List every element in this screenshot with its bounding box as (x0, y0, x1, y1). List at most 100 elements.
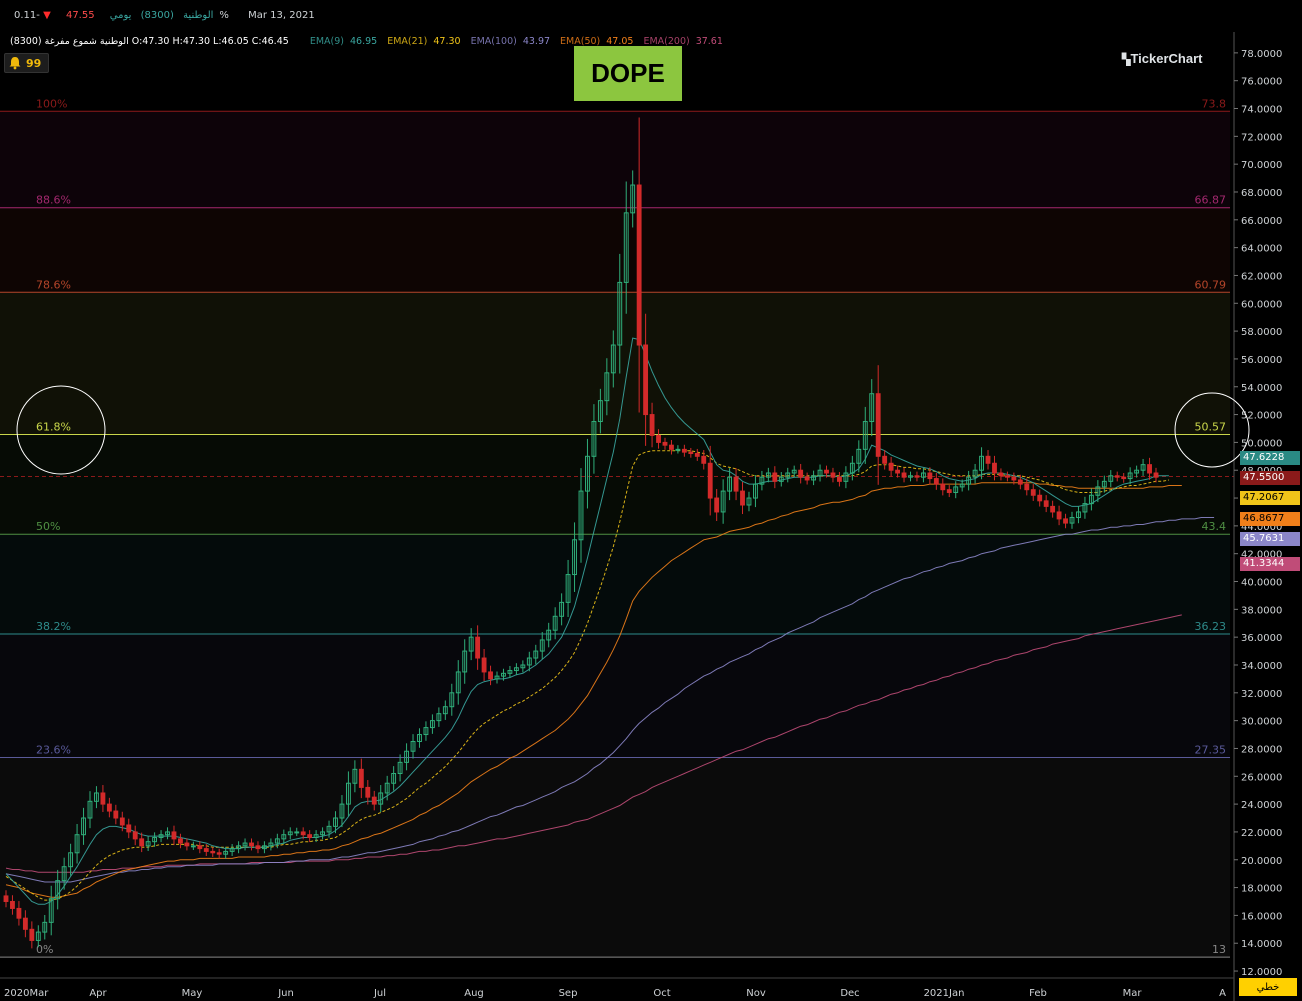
candle-body[interactable] (126, 824, 132, 833)
candle-body[interactable] (804, 476, 810, 481)
candle-body[interactable] (1121, 476, 1127, 480)
candle-body[interactable] (836, 476, 842, 482)
candle-body[interactable] (888, 462, 894, 471)
candle-body[interactable] (701, 455, 707, 464)
candle-body[interactable] (1056, 511, 1062, 520)
candle-body[interactable] (139, 838, 145, 847)
candle-body[interactable] (998, 472, 1004, 477)
candle-body[interactable] (798, 469, 804, 478)
candle-body[interactable] (300, 831, 306, 836)
candle-body[interactable] (740, 490, 745, 506)
candle-body[interactable] (210, 850, 216, 854)
candle-body[interactable] (895, 469, 901, 474)
candle-body[interactable] (132, 831, 138, 840)
period-label[interactable]: يومي (110, 10, 132, 21)
candle-body[interactable] (772, 472, 778, 482)
candle-body[interactable] (10, 900, 15, 909)
candle-body[interactable] (113, 810, 119, 819)
candle-body[interactable] (669, 444, 674, 450)
candle-body[interactable] (927, 472, 933, 480)
candle-body[interactable] (22, 917, 28, 930)
candle-body[interactable] (1004, 475, 1010, 478)
candle-body[interactable] (714, 497, 720, 513)
candle-body[interactable] (688, 451, 694, 455)
fib-band (0, 111, 1230, 208)
candle-body[interactable] (371, 796, 377, 805)
candle-body[interactable] (1030, 489, 1036, 496)
candle-body[interactable] (1050, 505, 1056, 513)
candle-body[interactable] (3, 895, 9, 902)
price-chart[interactable]: 100% 73.8 88.6% 66.87 78.6% 60.79 61.8% 50.57 50… (0, 0, 1302, 1001)
candle-body[interactable] (656, 434, 661, 443)
candle-body[interactable] (681, 448, 687, 453)
candle-body[interactable] (992, 462, 997, 474)
time-axis-label: Mar (1123, 988, 1143, 999)
axis-tick-label: 26.0000 (1241, 772, 1282, 783)
candle-body[interactable] (294, 831, 300, 834)
candle-body[interactable] (255, 845, 261, 850)
candle-body[interactable] (1114, 475, 1120, 478)
fib-value-label: 73.8 (1202, 97, 1227, 110)
candle-body[interactable] (307, 834, 313, 838)
candle-body[interactable] (882, 455, 888, 464)
candle-body[interactable] (875, 393, 881, 457)
candle-body[interactable] (1037, 494, 1043, 502)
candle-body[interactable] (106, 803, 112, 812)
axis-tick-label: 54.0000 (1241, 383, 1282, 394)
candle-body[interactable] (1043, 500, 1049, 507)
candle-body[interactable] (830, 472, 836, 478)
candle-body[interactable] (1147, 464, 1152, 474)
time-axis-label: 2020Mar (4, 988, 49, 999)
axis-tick-label: 28.0000 (1241, 744, 1282, 755)
fib-band (0, 633, 1230, 758)
candle-body[interactable] (197, 845, 203, 850)
candle-body[interactable] (636, 184, 642, 346)
candle-body[interactable] (946, 489, 952, 493)
candle-body[interactable] (216, 852, 222, 855)
candle-body[interactable] (475, 636, 481, 659)
candle-body[interactable] (901, 472, 907, 478)
candle-body[interactable] (824, 469, 829, 474)
axis-tick-label: 14.0000 (1241, 939, 1282, 950)
candle-body[interactable] (1063, 518, 1068, 524)
ema-legend-value: 37.61 (695, 36, 723, 47)
candle-body[interactable] (358, 768, 364, 788)
candle-body[interactable] (488, 671, 493, 680)
brand-name: TickerChart (1130, 51, 1203, 66)
candle-body[interactable] (249, 842, 254, 847)
candle-body[interactable] (203, 848, 209, 852)
candle-body[interactable] (733, 476, 739, 492)
candle-body[interactable] (662, 441, 668, 446)
symbol-name[interactable]: الوطنية (183, 10, 213, 21)
candle-body[interactable] (16, 907, 22, 919)
time-axis-label: Jun (277, 988, 294, 999)
candle-body[interactable] (1017, 479, 1023, 485)
candle-body[interactable] (985, 455, 991, 464)
candle-body[interactable] (694, 453, 700, 457)
alerts-count: 99 (26, 56, 42, 70)
candle-body[interactable] (119, 817, 125, 826)
candle-body[interactable] (940, 483, 946, 491)
candle-body[interactable] (933, 478, 939, 485)
candle-body[interactable] (100, 792, 106, 805)
candle-body[interactable] (171, 831, 177, 840)
candle-body[interactable] (643, 344, 649, 416)
candle-body[interactable] (1153, 472, 1159, 478)
candle-body[interactable] (29, 928, 35, 941)
candle-body[interactable] (1024, 483, 1030, 491)
candle-body[interactable] (914, 475, 920, 478)
candle-body[interactable] (675, 448, 681, 451)
candle-body[interactable] (190, 845, 196, 848)
candle-body[interactable] (649, 414, 655, 436)
candle-body[interactable] (707, 462, 713, 499)
axis-tick-label: 32.0000 (1241, 689, 1282, 700)
price-tag: 47.5500 (1240, 471, 1300, 485)
alerts-button[interactable]: 99 (4, 53, 49, 73)
axis-tick-label: 78.0000 (1241, 49, 1282, 60)
candle-body[interactable] (1011, 476, 1017, 481)
candle-body[interactable] (365, 786, 371, 798)
candle-body[interactable] (481, 657, 487, 673)
chart-mode-button[interactable]: خطي (1239, 978, 1297, 996)
candle-body[interactable] (178, 838, 183, 844)
candle-body[interactable] (184, 842, 190, 847)
